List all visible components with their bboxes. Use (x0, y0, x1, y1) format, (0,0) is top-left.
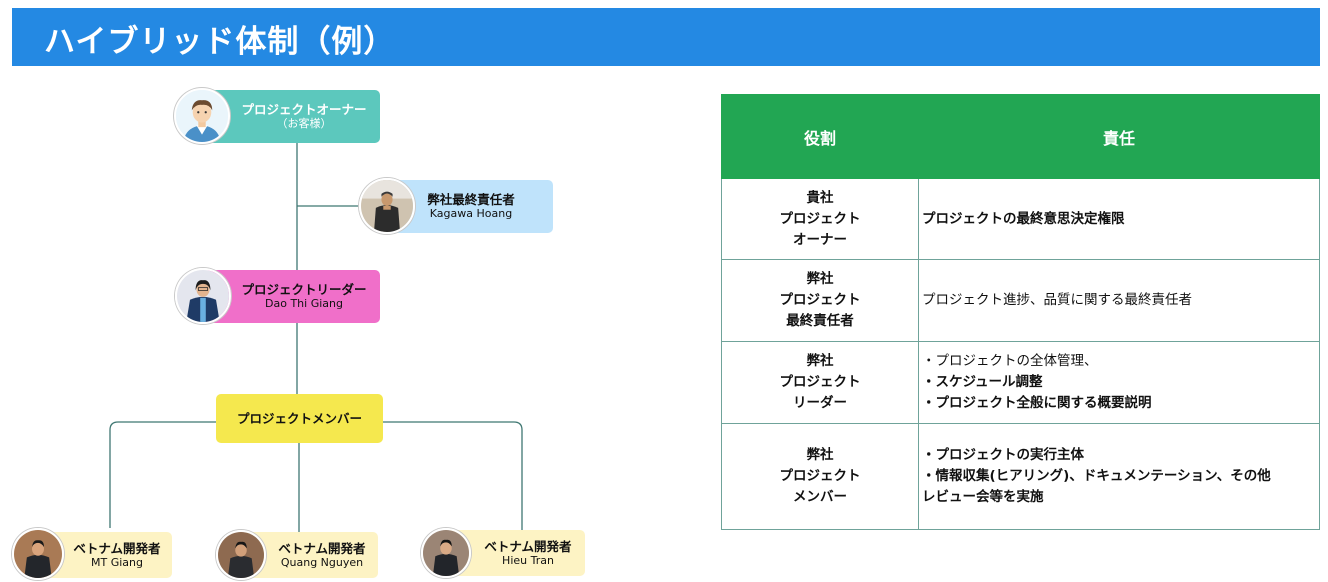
leader-avatar (175, 268, 231, 324)
responsibility-line: ・プロジェクトの実行主体 (922, 447, 1084, 463)
person-photo-icon (177, 270, 229, 322)
person-photo-icon (218, 532, 264, 578)
role-line: プロジェクト (779, 374, 861, 390)
owner-subtitle: （お客様） (276, 117, 332, 130)
responsibility-cell: プロジェクト進捗、品質に関する最終責任者 (918, 259, 1320, 342)
responsibility-cell: プロジェクトの最終意思決定権限 (918, 178, 1320, 260)
role-line: 弊社 (806, 447, 834, 463)
column-header-responsibility: 責任 (918, 94, 1320, 179)
developer-title: ベトナム開発者 (484, 538, 572, 554)
role-line: 弊社 (806, 271, 834, 287)
connector-dev-1 (109, 421, 216, 528)
responsibility-line: プロジェクトの最終意思決定権限 (922, 210, 1125, 227)
developer-name: Hieu Tran (502, 553, 554, 567)
role-line: オーナー (793, 231, 847, 248)
responsibility-line: ・スケジュール調整 (922, 374, 1043, 390)
developer-avatar (421, 528, 471, 578)
leader-title: プロジェクトリーダー (241, 282, 367, 297)
table-row: 弊社 プロジェクト メンバー ・プロジェクトの実行主体 ・情報収集(ヒアリング)… (721, 423, 1320, 530)
role-line: 弊社 (806, 353, 834, 369)
responsibility-cell: ・プロジェクトの全体管理、 ・スケジュール調整 ・プロジェクト全般に関する概要説… (918, 341, 1320, 424)
table-row: 貴社 プロジェクト オーナー プロジェクトの最終意思決定権限 (721, 178, 1320, 260)
responsibility-line: ・プロジェクトの全体管理、 (922, 353, 1098, 369)
owner-title: プロジェクトオーナー (241, 102, 367, 117)
table-row: 弊社 プロジェクト リーダー ・プロジェクトの全体管理、 ・スケジュール調整 ・… (721, 341, 1320, 424)
role-line: プロジェクト (779, 468, 861, 484)
responsibility-line: ・プロジェクト全般に関する概要説明 (922, 395, 1152, 411)
developer-avatar (216, 530, 266, 580)
person-photo-icon (423, 530, 469, 576)
connector-dev-3 (383, 421, 523, 530)
members-title: プロジェクトメンバー (236, 411, 362, 426)
role-responsibility-table: 役割 責任 貴社 プロジェクト オーナー プロジェクトの最終意思決定権限 弊社 … (721, 94, 1320, 530)
role-line: 貴社 (806, 189, 834, 206)
role-cell: 弊社 プロジェクト 最終責任者 (721, 259, 919, 342)
role-line: 最終責任者 (786, 313, 854, 329)
role-cell: 弊社 プロジェクト メンバー (721, 423, 919, 530)
role-line: メンバー (793, 489, 847, 505)
responsibility-line: ・情報収集(ヒアリング)、ドキュメンテーション、その他 (922, 468, 1271, 484)
developer-title: ベトナム開発者 (278, 540, 366, 556)
role-cell: 貴社 プロジェクト オーナー (721, 178, 919, 260)
developer-name: Quang Nguyen (280, 555, 364, 569)
responsibility-line: プロジェクト進捗、品質に関する最終責任者 (922, 292, 1192, 308)
developer-title: ベトナム開発者 (73, 540, 161, 556)
executive-name: Kagawa Hoang (429, 207, 513, 220)
developer-avatar (12, 528, 64, 580)
developer-name: MT Giang (91, 555, 143, 569)
person-photo-icon (14, 530, 62, 578)
executive-avatar (359, 178, 415, 234)
responsibility-cell: ・プロジェクトの実行主体 ・情報収集(ヒアリング)、ドキュメンテーション、その他… (918, 423, 1320, 530)
role-line: リーダー (793, 395, 847, 411)
column-header-role: 役割 (721, 94, 919, 179)
table-header-row: 役割 責任 (721, 94, 1320, 179)
owner-avatar (174, 88, 230, 144)
person-icon (176, 90, 228, 142)
role-cell: 弊社 プロジェクト リーダー (721, 341, 919, 424)
person-photo-icon (361, 180, 413, 232)
executive-title: 弊社最終責任者 (427, 192, 515, 207)
responsibility-line: レビュー会等を実施 (922, 489, 1044, 505)
leader-name: Dao Thi Giang (265, 297, 343, 310)
members-node: プロジェクトメンバー (216, 394, 383, 443)
role-line: プロジェクト (779, 292, 861, 308)
table-row: 弊社 プロジェクト 最終責任者 プロジェクト進捗、品質に関する最終責任者 (721, 259, 1320, 342)
owner-node: プロジェクトオーナー （お客様） (204, 90, 380, 143)
role-line: プロジェクト (779, 210, 861, 227)
